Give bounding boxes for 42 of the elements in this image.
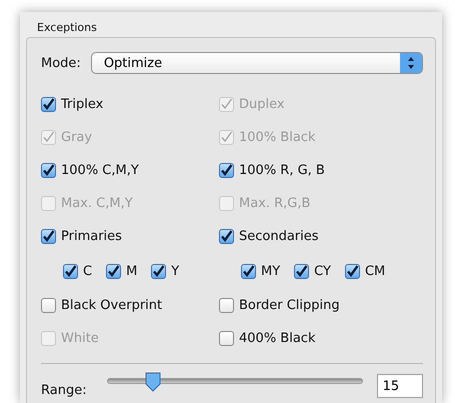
checkbox[interactable] [219, 163, 234, 178]
checkbox-label: Primaries [61, 229, 122, 244]
checkbox-label: 100% R, G, B [239, 163, 325, 178]
checkbox-label: Secondaries [239, 229, 319, 244]
checkbox-label: CM [364, 264, 386, 278]
checkbox-label: White [61, 331, 99, 346]
mode-dropdown[interactable]: Optimize [90, 52, 423, 74]
checkbox-label: C [83, 264, 92, 278]
checkbox[interactable] [344, 264, 360, 278]
checkbox-label: Gray [61, 130, 92, 145]
checkbox[interactable] [63, 264, 78, 278]
panel-title: Exceptions [36, 21, 97, 36]
checkbox-label: CY [314, 264, 331, 278]
slider-thumb[interactable] [144, 372, 162, 392]
checkbox-label: Triplex [61, 97, 104, 112]
checkbox-label: Duplex [239, 97, 285, 112]
checkbox[interactable] [241, 264, 256, 278]
checkbox[interactable] [219, 331, 234, 346]
checkbox-label: Y [171, 264, 180, 278]
checkbox[interactable] [294, 264, 310, 278]
checkbox-label: MY [261, 264, 280, 278]
checkbox[interactable] [41, 97, 56, 112]
checkbox-label: 100% C,M,Y [61, 163, 139, 178]
checkbox-label: Black Overprint [61, 298, 162, 313]
checkbox-label: 100% Black [239, 130, 316, 145]
slider-track[interactable] [106, 378, 363, 384]
checkbox-label: M [126, 264, 138, 278]
checkbox[interactable] [219, 229, 234, 244]
checkbox[interactable] [151, 264, 166, 278]
checkbox-label: 400% Black [239, 331, 316, 346]
range-field[interactable]: 15 [376, 374, 423, 398]
mode-label: Mode: [41, 56, 81, 70]
checkbox[interactable] [219, 298, 234, 313]
checkbox[interactable] [41, 298, 56, 313]
checkbox-label: Max. C,M,Y [61, 196, 133, 211]
checkbox[interactable] [41, 163, 56, 178]
range-label: Range: [41, 382, 87, 398]
checkbox[interactable] [41, 229, 56, 244]
stepper-icon [400, 53, 422, 73]
checkbox-label: Border Clipping [239, 298, 340, 313]
checkbox-label: Max. R,G,B [239, 196, 310, 211]
checkbox[interactable] [106, 264, 122, 278]
